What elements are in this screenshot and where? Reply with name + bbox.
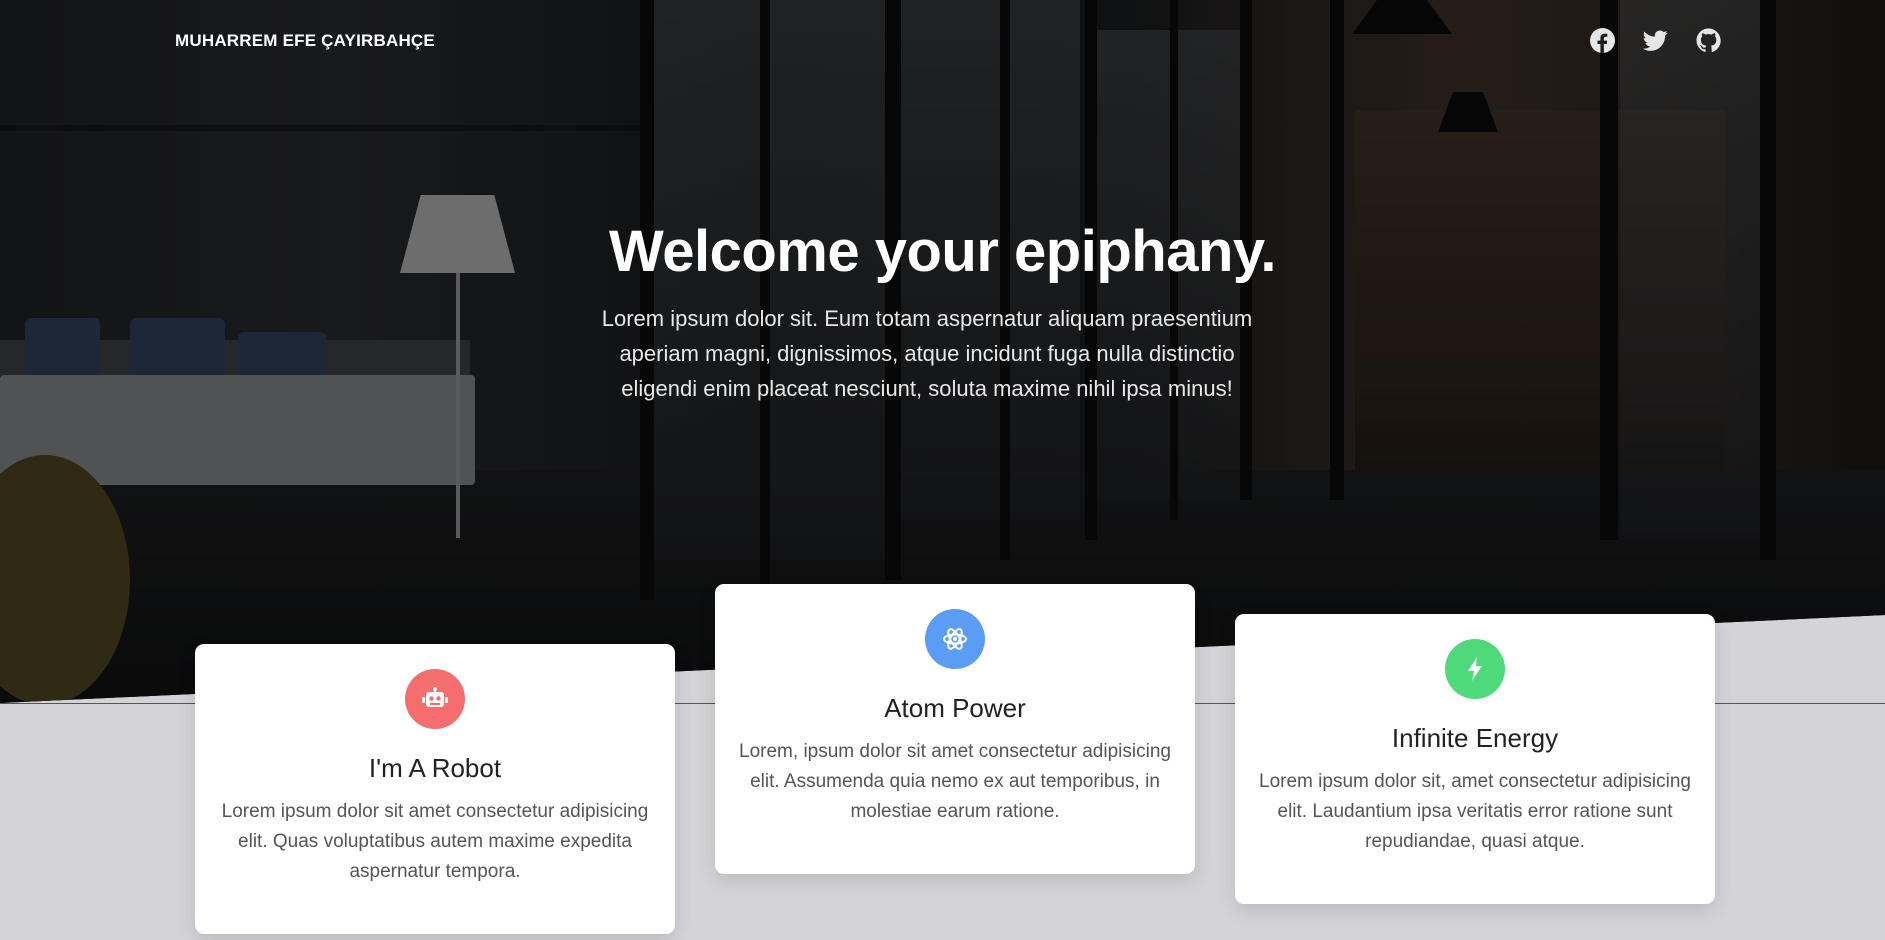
twitter-icon[interactable]	[1643, 28, 1668, 53]
feature-card-energy: Infinite Energy Lorem ipsum dolor sit, a…	[1235, 614, 1715, 904]
card-text: Lorem ipsum dolor sit, amet consectetur …	[1259, 771, 1691, 852]
brand-name[interactable]: MUHARREM EFE ÇAYIRBAHÇE	[175, 31, 435, 51]
hero-description: Lorem ipsum dolor sit. Eum totam asperna…	[601, 306, 1253, 401]
github-icon[interactable]	[1696, 28, 1721, 53]
card-text: Lorem, ipsum dolor sit amet consectetur …	[739, 741, 1171, 822]
atom-icon	[925, 609, 985, 669]
robot-icon	[405, 669, 465, 729]
card-title: Atom Power	[884, 693, 1026, 723]
hero-title: Welcome your epiphany.	[609, 219, 1276, 284]
feature-card-robot: I'm A Robot Lorem ipsum dolor sit amet c…	[195, 644, 675, 934]
social-links	[1590, 28, 1721, 53]
card-title: I'm A Robot	[368, 753, 502, 783]
card-text: Lorem ipsum dolor sit amet consectetur a…	[221, 801, 649, 882]
card-title: Infinite Energy	[1391, 723, 1559, 753]
facebook-icon[interactable]	[1590, 28, 1615, 53]
bolt-icon	[1445, 639, 1505, 699]
feature-card-atom: Atom Power Lorem, ipsum dolor sit amet c…	[715, 584, 1195, 874]
